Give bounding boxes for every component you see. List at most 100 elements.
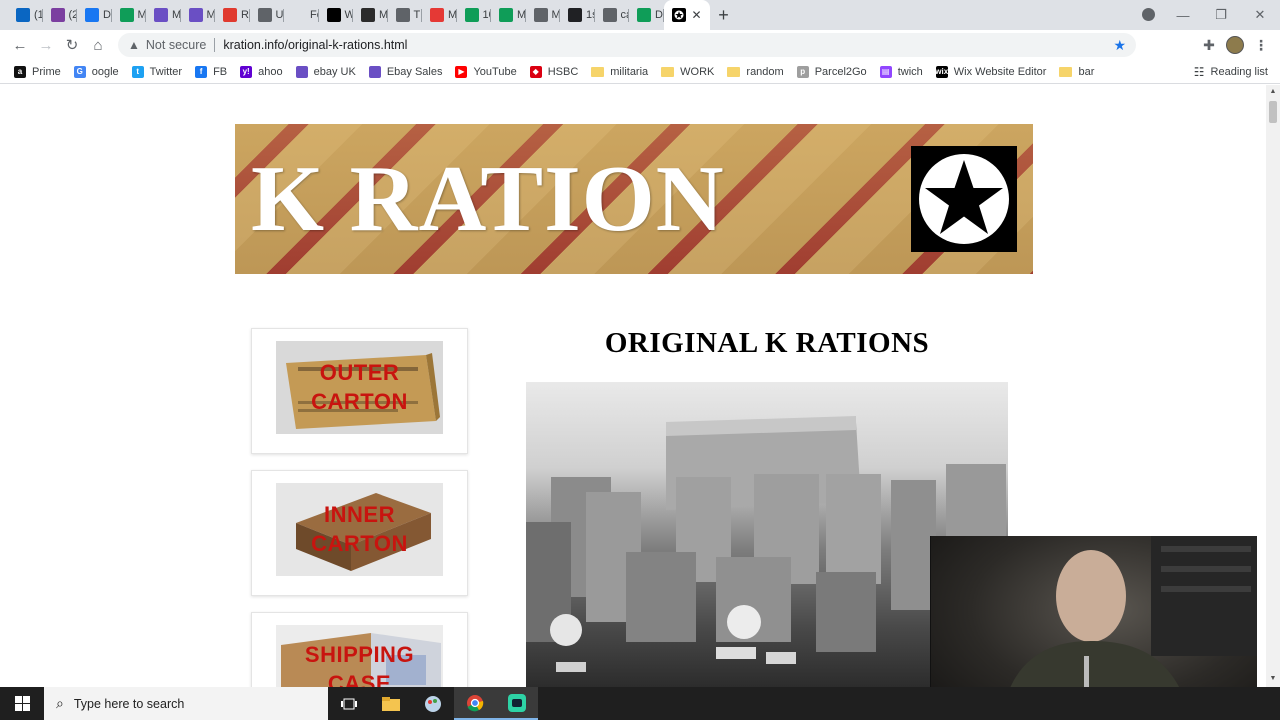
- card-outer-carton[interactable]: OUTER CARTON: [251, 328, 468, 454]
- browser-tab[interactable]: 101: [457, 0, 491, 30]
- sheets-icon: [119, 8, 134, 22]
- facebook-icon: [85, 8, 99, 22]
- bookmark-item[interactable]: Ebay Sales: [368, 65, 442, 78]
- bookmark-item[interactable]: wix Wix Website Editor: [935, 65, 1046, 78]
- browser-tab[interactable]: Dan: [77, 0, 112, 30]
- scroll-thumb[interactable]: [1269, 101, 1277, 123]
- reload-icon[interactable]: ↻: [59, 32, 85, 58]
- browser-tab[interactable]: My: [146, 0, 181, 30]
- minimize-icon[interactable]: —: [1164, 0, 1202, 30]
- card-shipping-case[interactable]: SHIPPING CASE: [251, 612, 468, 687]
- browser-tab[interactable]: My: [422, 0, 457, 30]
- scroll-up-icon[interactable]: ▲: [1269, 88, 1277, 95]
- browser-tab[interactable]: USR: [250, 0, 285, 30]
- star-emblem-icon: [671, 8, 686, 22]
- browser-tab[interactable]: Man: [181, 0, 215, 30]
- bookmark-item[interactable]: ◆ HSBC: [529, 65, 578, 78]
- hsbc-icon: ◆: [529, 65, 542, 78]
- url-text[interactable]: kration.info/original-k-rations.html: [223, 38, 407, 52]
- bookmark-label: Parcel2Go: [814, 65, 867, 78]
- task-view-icon[interactable]: [328, 687, 370, 720]
- windows-start-icon[interactable]: [0, 687, 44, 720]
- bookmark-star-icon[interactable]: ★: [1113, 37, 1126, 54]
- browser-tab[interactable]: 1st: [560, 0, 595, 30]
- bookmark-item[interactable]: y! ahoo: [240, 65, 283, 78]
- back-icon[interactable]: ←: [7, 32, 33, 58]
- bookmark-label: oogle: [91, 65, 119, 78]
- browser-tab[interactable]: Mili: [526, 0, 560, 30]
- twitch-icon: ▤: [879, 65, 892, 78]
- browser-tab[interactable]: (1) N: [8, 0, 43, 30]
- profile-avatar[interactable]: [1226, 36, 1244, 54]
- bookmark-item[interactable]: t Twitter: [131, 65, 183, 78]
- card-inner-carton[interactable]: INNER CARTON: [251, 470, 468, 596]
- m-icon: [361, 8, 375, 22]
- browser-tab[interactable]: (2 ur: [43, 0, 77, 30]
- browser-tab[interactable]: M1/: [353, 0, 388, 30]
- globe-icon: [533, 8, 548, 22]
- paint-app-icon[interactable]: [412, 687, 454, 720]
- browser-tab[interactable]: can: [595, 0, 629, 30]
- menu-kebab-icon[interactable]: ⋮: [1252, 36, 1270, 54]
- reading-list-button[interactable]: ☷ Reading list: [1194, 65, 1268, 79]
- yab-label: YAB: [1174, 41, 1190, 49]
- bookmark-item[interactable]: ▶ YouTube: [455, 65, 517, 78]
- home-icon[interactable]: ⌂: [85, 32, 111, 58]
- bookmark-item[interactable]: f FB: [195, 65, 228, 78]
- tab-label: My: [448, 9, 457, 21]
- taskbar-search[interactable]: ⌕ Type here to search: [44, 687, 328, 720]
- bookmark-item[interactable]: ▤ twich: [879, 65, 923, 78]
- tab-active[interactable]: ✕: [663, 0, 710, 30]
- extensions-puzzle-icon[interactable]: ✚: [1200, 36, 1218, 54]
- restore-icon[interactable]: ❐: [1202, 0, 1240, 30]
- search-icon: ⌕: [56, 695, 64, 711]
- bookmark-item[interactable]: p Parcel2Go: [796, 65, 867, 78]
- bookmark-label: FB: [213, 65, 228, 78]
- youtube-icon: ▶: [455, 65, 468, 78]
- reading-list-icon: ☷: [1193, 64, 1205, 79]
- windows-taskbar: ⌕ Type here to search: [0, 687, 1280, 720]
- page-heading: ORIGINAL K RATIONS: [604, 327, 930, 359]
- scroll-down-icon[interactable]: ▼: [1269, 675, 1277, 682]
- bookmark-item[interactable]: ebay UK: [295, 65, 356, 78]
- k-ration-banner[interactable]: K RATION: [235, 124, 1033, 274]
- bookmark-label: Twitter: [149, 65, 183, 78]
- linkedin-icon: [16, 8, 30, 22]
- browser-tab[interactable]: Dog: [629, 0, 664, 30]
- bookmark-item[interactable]: WORK: [661, 66, 714, 78]
- caption-line: CASE: [327, 670, 392, 687]
- bookmark-item[interactable]: militaria: [591, 66, 648, 78]
- bookmark-item[interactable]: a Prime: [14, 65, 61, 78]
- bookmark-label: militaria: [610, 65, 649, 78]
- browser-tab[interactable]: Mis: [491, 0, 526, 30]
- close-window-icon[interactable]: ✕: [1241, 0, 1279, 30]
- page-scrollbar[interactable]: ▲ ▼: [1266, 85, 1280, 687]
- tab-search-icon[interactable]: [1142, 8, 1155, 21]
- bookmark-list: a Prime Google t Twitter f FB y! ahoo ebay UK Ebay…: [14, 65, 1107, 78]
- browser-tab[interactable]: For: [284, 0, 319, 30]
- sheets-icon: [499, 8, 513, 22]
- browser-tab[interactable]: The: [388, 0, 422, 30]
- file-explorer-icon[interactable]: [370, 687, 412, 720]
- parcel2go-icon: p: [796, 65, 809, 78]
- tab-label: Dan: [103, 9, 112, 21]
- streaming-app-icon[interactable]: [496, 687, 538, 720]
- close-tab-icon[interactable]: ✕: [692, 8, 702, 22]
- browser-tab[interactable]: Mor: [112, 0, 146, 30]
- new-tab-button[interactable]: +: [710, 0, 738, 30]
- bookmark-label: random: [746, 65, 784, 78]
- browser-tab[interactable]: Roy: [215, 0, 250, 30]
- abp-icon[interactable]: ABP: [1146, 36, 1164, 54]
- chrome-icon[interactable]: [454, 687, 496, 720]
- bookmark-item[interactable]: random: [727, 65, 784, 78]
- forward-icon[interactable]: →: [33, 32, 59, 58]
- address-bar[interactable]: ▲ Not secure kration.info/original-k-rat…: [118, 33, 1136, 57]
- security-label[interactable]: Not secure: [146, 38, 206, 52]
- bookmark-item[interactable]: bar: [1059, 66, 1094, 78]
- browser-tab[interactable]: Wix: [319, 0, 353, 30]
- yab-icon[interactable]: YAB: [1173, 36, 1191, 54]
- bookmark-item[interactable]: Google: [73, 65, 119, 78]
- wix-icon: wix: [935, 65, 949, 78]
- tab-label: 1st: [586, 9, 595, 21]
- tab-label: USR: [275, 9, 285, 21]
